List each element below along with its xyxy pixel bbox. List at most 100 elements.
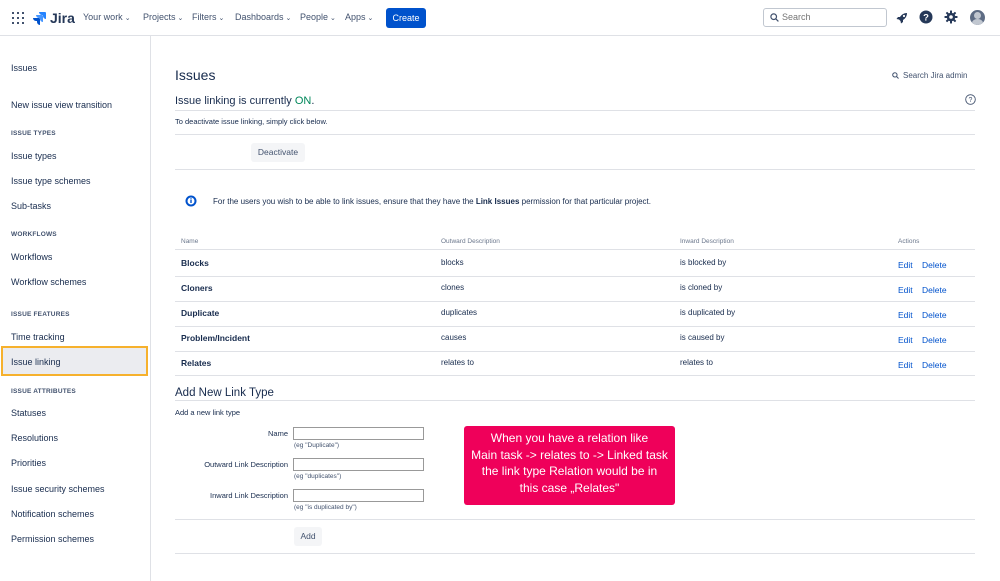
outward-description: clones <box>441 283 465 292</box>
search-icon <box>770 13 779 22</box>
help-circle-icon[interactable]: ? <box>965 94 976 105</box>
settings-gear-icon[interactable] <box>944 10 958 24</box>
delete-link[interactable]: Delete <box>922 285 947 295</box>
inward-description-label: Inward Link Description <box>210 491 288 500</box>
sidebar-item-new-issue-view-transition[interactable]: New issue view transition <box>11 100 112 110</box>
nav-label: Your work <box>83 12 123 22</box>
create-button[interactable]: Create <box>386 8 426 28</box>
nav-dashboards[interactable]: Dashboards ⌄ <box>235 12 291 22</box>
outward-description: duplicates <box>441 308 478 317</box>
avatar[interactable] <box>970 10 985 25</box>
search-field[interactable] <box>763 8 887 27</box>
nav-label: Filters <box>192 12 217 22</box>
add-link-type-title: Add New Link Type <box>175 387 274 399</box>
sidebar-item-workflows[interactable]: Workflows <box>11 252 52 262</box>
top-navigation: Jira Your work ⌄ Projects ⌄ Filters ⌄ Dashb… <box>0 0 1000 36</box>
search-admin-label: Search Jira admin <box>903 71 968 80</box>
divider <box>175 169 975 170</box>
notifications-rocket-icon[interactable] <box>895 11 909 25</box>
sidebar-item-sub-tasks[interactable]: Sub-tasks <box>11 201 51 211</box>
svg-text:?: ? <box>923 13 929 24</box>
link-type-name: Relates <box>181 358 212 368</box>
nav-people[interactable]: People ⌄ <box>300 12 336 22</box>
row-divider <box>175 326 975 327</box>
nav-label: Projects <box>143 12 176 22</box>
outward-description: causes <box>441 333 467 342</box>
delete-link[interactable]: Delete <box>922 310 947 320</box>
inward-description: relates to <box>680 358 713 367</box>
outward-description: relates to <box>441 358 474 367</box>
edit-link[interactable]: Edit <box>898 335 913 345</box>
sidebar-item-resolutions[interactable]: Resolutions <box>11 433 58 443</box>
info-text-before: For the users you wish to be able to lin… <box>213 197 476 206</box>
annotation-callout: When you have a relation like Main task … <box>464 426 675 505</box>
inward-description: is duplicated by <box>680 308 736 317</box>
callout-line: When you have a relation like <box>490 431 649 445</box>
add-link-type-subtitle: Add a new link type <box>175 408 241 417</box>
delete-link[interactable]: Delete <box>922 360 947 370</box>
deactivate-hint: To deactivate issue linking, simply clic… <box>175 117 328 126</box>
search-input[interactable] <box>782 12 882 22</box>
row-divider <box>175 301 975 302</box>
name-input[interactable] <box>293 427 424 440</box>
sidebar-item-issue-linking[interactable]: Issue linking <box>11 357 61 367</box>
edit-link[interactable]: Edit <box>898 360 913 370</box>
name-hint: (eg "Duplicate") <box>294 442 340 449</box>
divider <box>175 400 975 401</box>
nav-projects[interactable]: Projects ⌄ <box>143 12 183 22</box>
inward-description-input[interactable] <box>293 489 424 502</box>
app-switcher-icon[interactable] <box>12 12 24 24</box>
sidebar-item-issue-security-schemes[interactable]: Issue security schemes <box>11 484 105 494</box>
linking-status: Issue linking is currently ON. <box>175 95 314 107</box>
sidebar-item-permission-schemes[interactable]: Permission schemes <box>11 534 94 544</box>
sidebar-item-workflow-schemes[interactable]: Workflow schemes <box>11 277 86 287</box>
info-text-after: permission for that particular project. <box>519 197 651 206</box>
sidebar-item-issue-types[interactable]: Issue types <box>11 151 57 161</box>
sidebar-title[interactable]: Issues <box>11 63 37 73</box>
info-text-bold: Link Issues <box>475 197 520 206</box>
sidebar-item-notification-schemes[interactable]: Notification schemes <box>11 509 94 519</box>
inward-description-hint: (eg "is duplicated by") <box>294 504 357 511</box>
sidebar: Issues New issue view transition ISSUE T… <box>0 36 151 581</box>
page-title: Issues <box>175 67 216 83</box>
search-icon <box>892 72 899 79</box>
row-divider <box>175 276 975 277</box>
jira-logo[interactable]: Jira <box>32 10 75 26</box>
nav-label: Apps <box>345 12 366 22</box>
callout-line: this case „Relates" <box>519 480 620 495</box>
nav-your-work[interactable]: Your work ⌄ <box>83 12 131 22</box>
nav-filters[interactable]: Filters ⌄ <box>192 12 224 22</box>
help-icon[interactable]: ? <box>919 10 933 24</box>
nav-apps[interactable]: Apps ⌄ <box>345 12 373 22</box>
edit-link[interactable]: Edit <box>898 260 913 270</box>
column-header-inward: Inward Description <box>680 238 734 245</box>
nav-label: Dashboards <box>235 12 284 22</box>
inward-description: is caused by <box>680 333 725 342</box>
row-divider <box>175 351 975 352</box>
sidebar-heading-issue-types: ISSUE TYPES <box>11 130 56 137</box>
sidebar-item-issue-type-schemes[interactable]: Issue type schemes <box>11 176 91 186</box>
inward-description: is blocked by <box>680 258 727 267</box>
column-header-name: Name <box>181 238 199 245</box>
edit-link[interactable]: Edit <box>898 285 913 295</box>
divider <box>175 110 975 111</box>
chevron-down-icon: ⌄ <box>218 15 225 22</box>
column-header-actions: Actions <box>898 238 920 245</box>
sidebar-item-time-tracking[interactable]: Time tracking <box>11 332 65 342</box>
delete-link[interactable]: Delete <box>922 335 947 345</box>
sidebar-heading-issue-features: ISSUE FEATURES <box>11 311 70 318</box>
edit-link[interactable]: Edit <box>898 310 913 320</box>
status-suffix: . <box>311 95 315 107</box>
chevron-down-icon: ⌄ <box>330 15 336 22</box>
inward-description: is cloned by <box>680 283 723 292</box>
chevron-down-icon: ⌄ <box>367 15 374 22</box>
outward-description-input[interactable] <box>293 458 424 471</box>
column-header-outward: Outward Description <box>441 238 500 245</box>
add-button[interactable]: Add <box>294 527 322 546</box>
svg-text:?: ? <box>969 97 973 104</box>
search-jira-admin-link[interactable]: Search Jira admin <box>892 71 967 80</box>
sidebar-item-statuses[interactable]: Statuses <box>11 408 46 418</box>
sidebar-item-priorities[interactable]: Priorities <box>11 458 46 468</box>
deactivate-button[interactable]: Deactivate <box>251 143 305 162</box>
delete-link[interactable]: Delete <box>922 260 947 270</box>
